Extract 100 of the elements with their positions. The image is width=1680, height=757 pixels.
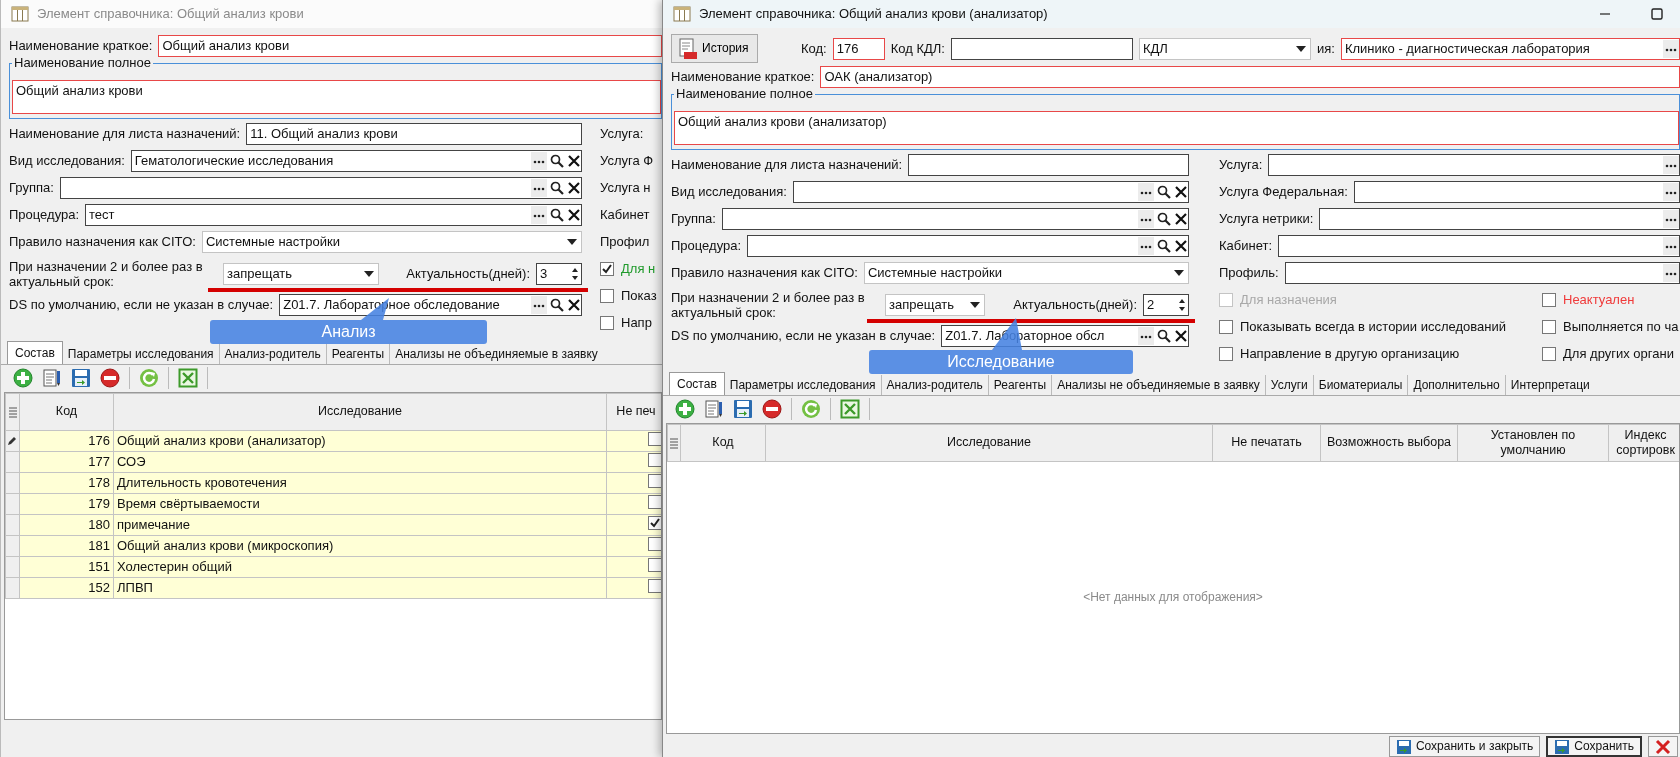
input-field[interactable]: 176 <box>832 37 885 60</box>
dropdown[interactable]: запрещать <box>885 293 985 316</box>
ellipsis-icon[interactable] <box>531 296 547 315</box>
x-box-icon[interactable] <box>840 399 860 420</box>
column-header[interactable]: Возможность выбора <box>1320 424 1458 462</box>
checkbox[interactable] <box>1219 347 1233 362</box>
close-icon[interactable] <box>1174 329 1188 344</box>
add-icon[interactable] <box>675 399 695 420</box>
lookup-field[interactable] <box>747 235 1189 258</box>
checkbox[interactable] <box>648 516 661 531</box>
checkbox[interactable] <box>1542 347 1556 362</box>
lookup-field[interactable] <box>1319 208 1680 231</box>
close-icon[interactable] <box>567 208 581 223</box>
input-field[interactable]: 11. Общий анализ крови <box>246 123 582 146</box>
tab[interactable]: Интерпретаци <box>1504 374 1595 395</box>
checkbox[interactable] <box>648 452 661 467</box>
save-icon[interactable] <box>733 399 753 420</box>
checkbox[interactable] <box>648 431 661 446</box>
checkbox[interactable] <box>600 262 614 277</box>
tab[interactable]: Услуги <box>1264 374 1313 395</box>
search-icon[interactable] <box>549 153 565 170</box>
column-header[interactable]: Исследование <box>765 424 1213 462</box>
dropdown[interactable]: Системные настройки <box>863 262 1189 285</box>
dropdown[interactable]: запрещать <box>223 262 379 285</box>
column-header[interactable]: Не печатать <box>1212 424 1321 462</box>
cancel-button[interactable] <box>1648 736 1678 757</box>
lookup-field[interactable] <box>59 177 582 200</box>
ellipsis-icon[interactable] <box>531 179 547 198</box>
ellipsis-icon[interactable] <box>1663 237 1679 256</box>
checkbox[interactable] <box>648 578 661 593</box>
close-icon[interactable] <box>1174 239 1188 254</box>
search-icon[interactable] <box>1156 238 1172 255</box>
spin-field[interactable]: 2 <box>1143 293 1189 316</box>
search-icon[interactable] <box>549 180 565 197</box>
checkbox[interactable] <box>648 494 661 509</box>
checkbox[interactable] <box>648 536 661 551</box>
history-button[interactable]: История <box>671 34 758 63</box>
search-icon[interactable] <box>1156 328 1172 345</box>
lookup-field[interactable] <box>1278 235 1680 258</box>
save-button[interactable]: Сохранить <box>1546 736 1642 757</box>
lookup-field[interactable] <box>1284 262 1680 285</box>
ellipsis-icon[interactable] <box>1663 156 1679 175</box>
dropdown[interactable]: Системные настройки <box>201 231 582 254</box>
close-icon[interactable] <box>567 298 581 313</box>
search-icon[interactable] <box>1156 211 1172 228</box>
ellipsis-icon[interactable] <box>1663 210 1679 229</box>
checkbox[interactable] <box>600 316 614 331</box>
lookup-field[interactable] <box>1268 154 1680 177</box>
ellipsis-icon[interactable] <box>1663 264 1679 283</box>
tab[interactable]: Дополнительно <box>1407 374 1505 395</box>
checkbox[interactable] <box>648 557 661 572</box>
text-area[interactable]: Общий анализ крови (анализатор) <box>674 110 1679 145</box>
ellipsis-icon[interactable] <box>1138 327 1154 346</box>
column-header[interactable]: Индекс сортировк <box>1608 424 1679 462</box>
search-icon[interactable] <box>549 207 565 224</box>
add-icon[interactable] <box>13 368 33 389</box>
lookup-field[interactable] <box>721 208 1189 231</box>
tab[interactable]: Параметры исследования <box>724 374 881 395</box>
close-icon[interactable] <box>1174 212 1188 227</box>
save-icon[interactable] <box>71 368 91 389</box>
document-edit-icon[interactable] <box>704 399 724 420</box>
ellipsis-icon[interactable] <box>1663 39 1679 58</box>
column-header[interactable]: Код <box>19 393 114 431</box>
checkbox[interactable] <box>1542 293 1556 308</box>
ellipsis-icon[interactable] <box>1138 183 1154 202</box>
checkbox[interactable] <box>1219 320 1233 335</box>
tab[interactable]: Состав <box>669 371 725 395</box>
delete-icon[interactable] <box>762 399 782 420</box>
input-field[interactable] <box>908 154 1189 177</box>
checkbox[interactable] <box>1542 320 1556 335</box>
spin-field[interactable]: 3 <box>536 262 582 285</box>
x-box-icon[interactable] <box>178 368 198 389</box>
lookup-field[interactable]: тест <box>85 204 582 227</box>
lookup-field[interactable]: Гематологические исследования <box>130 150 582 173</box>
lookup-field[interactable] <box>1353 181 1680 204</box>
search-icon[interactable] <box>549 297 565 314</box>
delete-icon[interactable] <box>100 368 120 389</box>
input-field[interactable]: ОАК (анализатор) <box>820 65 1680 88</box>
close-icon[interactable] <box>1174 185 1188 200</box>
dropdown[interactable]: КДЛ <box>1138 37 1311 60</box>
column-header[interactable]: Установлен по умолчанию <box>1457 424 1609 462</box>
checkbox[interactable] <box>648 473 661 488</box>
close-icon[interactable] <box>567 154 581 169</box>
input-field[interactable]: Общий анализ крови <box>158 34 662 57</box>
tab[interactable]: Параметры исследования <box>62 343 219 364</box>
ellipsis-icon[interactable] <box>1138 237 1154 256</box>
column-header[interactable]: Не печ <box>606 393 661 431</box>
ellipsis-icon[interactable] <box>1663 183 1679 202</box>
tab[interactable]: Биоматериалы <box>1312 374 1408 395</box>
row-indicator[interactable] <box>5 430 20 452</box>
text-area[interactable]: Общий анализ крови <box>12 79 661 114</box>
search-icon[interactable] <box>1156 184 1172 201</box>
lookup-field[interactable] <box>792 181 1189 204</box>
ellipsis-icon[interactable] <box>531 152 547 171</box>
column-header[interactable]: Код <box>680 424 766 462</box>
save-close-button[interactable]: Сохранить и закрыть <box>1388 736 1541 757</box>
checkbox[interactable] <box>600 289 614 304</box>
ellipsis-icon[interactable] <box>531 206 547 225</box>
input-field[interactable] <box>950 37 1133 60</box>
tab[interactable]: Состав <box>7 340 63 364</box>
